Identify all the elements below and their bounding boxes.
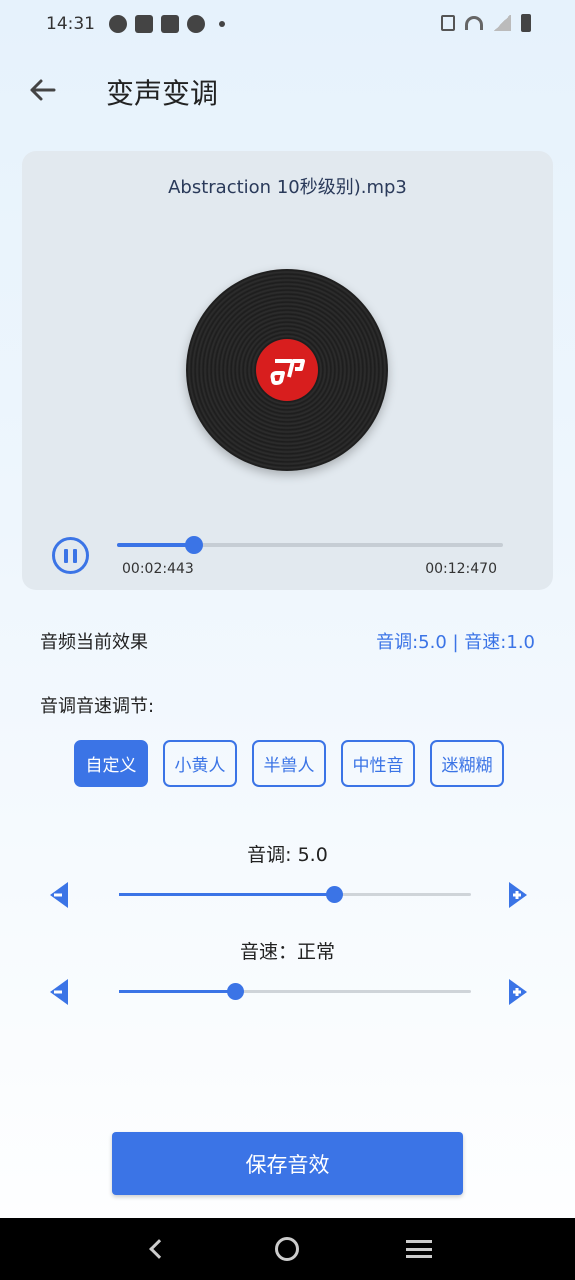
pause-button[interactable] bbox=[52, 537, 89, 574]
pitch-slider[interactable] bbox=[119, 886, 471, 903]
preset-orc-button[interactable]: 半兽人 bbox=[252, 740, 326, 787]
preset-minion-button[interactable]: 小黄人 bbox=[163, 740, 237, 787]
speed-slider-thumb[interactable] bbox=[227, 983, 245, 1000]
nav-back-button[interactable] bbox=[136, 1229, 176, 1269]
total-time: 00:12:470 bbox=[425, 561, 497, 577]
plus-arrow-icon bbox=[509, 979, 527, 1005]
notification-icons bbox=[109, 15, 225, 33]
arrow-left-icon bbox=[30, 79, 56, 101]
vinyl-disc-icon bbox=[186, 269, 388, 471]
page-title: 变声变调 bbox=[106, 77, 219, 110]
status-time: 14:31 bbox=[46, 14, 95, 34]
bag-icon bbox=[135, 15, 153, 33]
home-circle-icon bbox=[275, 1237, 300, 1261]
preset-custom-button[interactable]: 自定义 bbox=[74, 740, 148, 787]
signal-icon bbox=[493, 15, 511, 31]
pitch-slider-fill bbox=[119, 893, 334, 896]
vibrate-icon bbox=[441, 15, 455, 31]
current-time: 00:02:443 bbox=[122, 561, 194, 577]
minus-arrow-icon bbox=[50, 882, 68, 908]
nav-home-button[interactable] bbox=[267, 1229, 307, 1269]
preset-fuzzy-button[interactable]: 迷糊糊 bbox=[430, 740, 504, 787]
progress-thumb[interactable] bbox=[185, 536, 204, 554]
adjust-section-title: 音调音速调节: bbox=[40, 696, 155, 717]
speed-slider-fill bbox=[119, 990, 236, 993]
speed-slider[interactable] bbox=[119, 983, 471, 1000]
current-effect-label: 音频当前效果 bbox=[40, 632, 148, 653]
save-effect-button[interactable]: 保存音效 bbox=[112, 1132, 463, 1195]
pause-icon bbox=[64, 548, 68, 563]
player-card: Abstraction 10秒级别).mp3 00:02:443 00:12:4… bbox=[22, 151, 553, 590]
app-bar: 变声变调 bbox=[0, 62, 575, 118]
plus-arrow-icon bbox=[509, 882, 527, 908]
pitch-increase-button[interactable] bbox=[503, 880, 529, 910]
pitch-slider-thumb[interactable] bbox=[325, 886, 343, 903]
file-name: Abstraction 10秒级别).mp3 bbox=[168, 177, 407, 198]
shield-icon bbox=[187, 15, 205, 33]
speedometer-icon bbox=[109, 15, 127, 33]
bag-icon-2 bbox=[161, 15, 179, 33]
pitch-decrease-button[interactable] bbox=[48, 880, 74, 910]
current-effect-row: 音频当前效果 音调:5.0 | 音速:1.0 bbox=[40, 628, 535, 654]
system-icons bbox=[441, 14, 531, 32]
status-bar: 14:31 bbox=[0, 0, 575, 48]
minus-arrow-icon bbox=[50, 979, 68, 1005]
speed-increase-button[interactable] bbox=[503, 977, 529, 1007]
back-chevron-icon bbox=[148, 1239, 169, 1259]
back-button[interactable] bbox=[22, 70, 62, 110]
menu-icon bbox=[406, 1240, 433, 1258]
pitch-label: 音调: 5.0 bbox=[247, 844, 328, 866]
music-note-icon bbox=[256, 339, 318, 401]
speed-label: 音速：正常 bbox=[239, 941, 335, 963]
more-notifications-dot-icon bbox=[219, 21, 225, 27]
preset-neutral-button[interactable]: 中性音 bbox=[341, 740, 415, 787]
wifi-icon bbox=[465, 16, 483, 30]
current-effect-value: 音调:5.0 | 音速:1.0 bbox=[376, 632, 535, 653]
playback-progress[interactable] bbox=[117, 536, 503, 554]
speed-decrease-button[interactable] bbox=[48, 977, 74, 1007]
progress-fill bbox=[117, 543, 195, 547]
nav-recents-button[interactable] bbox=[399, 1229, 439, 1269]
battery-icon bbox=[521, 14, 531, 32]
system-nav-bar bbox=[0, 1218, 575, 1280]
preset-buttons: 自定义 小黄人 半兽人 中性音 迷糊糊 bbox=[74, 740, 504, 787]
